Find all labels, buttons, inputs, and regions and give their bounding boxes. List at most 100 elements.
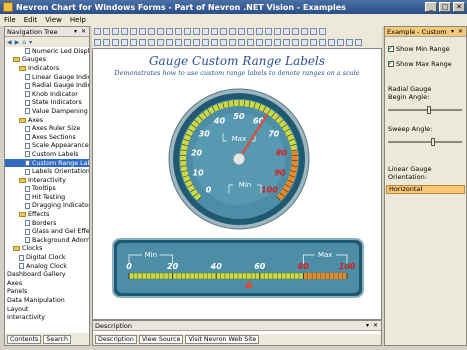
toolbar-button-icon[interactable] [193,39,200,46]
toolbar-button-icon[interactable] [157,28,164,35]
toolbar-button-icon[interactable] [274,28,281,35]
toolbar-button-icon[interactable] [256,28,263,35]
close-icon[interactable]: ✕ [453,2,465,12]
begin-angle-thumb[interactable] [426,106,431,114]
toolbar-button-icon[interactable] [202,39,209,46]
tree-item[interactable]: Interactivity [5,313,89,322]
nav-close-icon[interactable]: ✕ [80,28,87,35]
tab-contents[interactable]: Contents [7,334,42,344]
toolbar-button-icon[interactable] [121,39,128,46]
toolbar-button-icon[interactable] [310,28,317,35]
toolbar-button-icon[interactable] [328,39,335,46]
toolbar-button-icon[interactable] [319,39,326,46]
toolbar-button-icon[interactable] [166,39,173,46]
tree-item[interactable]: Clocks [5,245,89,254]
toolbar-button-icon[interactable] [283,39,290,46]
toolbar-button-icon[interactable] [310,39,317,46]
orientation-dropdown[interactable]: Horizontal [386,185,465,194]
toolbar-button-icon[interactable] [292,39,299,46]
tree-item[interactable]: Linear Gauge Indicators [5,73,89,82]
tree-item[interactable]: State Indicators [5,99,89,108]
tree-item[interactable]: Axes Ruler Size [5,124,89,133]
toolbar-button-icon[interactable] [265,39,272,46]
sweep-angle-thumb[interactable] [431,138,436,146]
begin-angle-slider[interactable] [388,106,462,114]
toolbar-button-icon[interactable] [139,39,146,46]
toolbar-button-icon[interactable] [157,39,164,46]
toolbar-button-icon[interactable] [112,39,119,46]
tree-item[interactable]: Panels [5,288,89,297]
tree-item[interactable]: Axes [5,279,89,288]
pin-icon[interactable]: ▾ [72,28,79,35]
minimize-icon[interactable]: _ [425,2,437,12]
tree-item[interactable]: Indicators [5,64,89,73]
menu-help[interactable]: Help [66,16,90,24]
example-close-icon[interactable]: ✕ [457,28,464,35]
home-icon[interactable]: ⌂ [22,39,26,46]
tab-view-source[interactable]: View Source [138,335,184,344]
toolbar-button-icon[interactable] [112,28,119,35]
tab-description[interactable]: Description [95,335,137,344]
toolbar-button-icon[interactable] [283,28,290,35]
sweep-angle-slider[interactable] [388,138,462,146]
toolbar-button-icon[interactable] [238,39,245,46]
toolbar-button-icon[interactable] [94,28,101,35]
toolbar-button-icon[interactable] [229,28,236,35]
navigation-tree[interactable]: Numeric Led DisplayGaugesIndicatorsLinea… [5,47,89,333]
toolbar-button-icon[interactable] [121,28,128,35]
desc-close-icon[interactable]: ✕ [372,322,379,329]
tab-search[interactable]: Search [43,334,71,344]
toolbar-button-icon[interactable] [301,39,308,46]
toolbar-button-icon[interactable] [319,28,326,35]
tree-item[interactable]: Custom Range Labels [5,158,89,168]
example-pin-icon[interactable]: ▾ [449,28,456,35]
toolbar-button-icon[interactable] [193,28,200,35]
toolbar-button-icon[interactable] [130,28,137,35]
tree-item[interactable]: Data Manipulation [5,296,89,305]
toolbar-button-icon[interactable] [247,39,254,46]
tree-item[interactable]: Custom Labels [5,150,89,159]
desc-pin-icon[interactable]: ▾ [364,322,371,329]
toolbar-button-icon[interactable] [148,39,155,46]
tree-item[interactable]: Tooltips [5,185,89,194]
toolbar-button-icon[interactable] [265,28,272,35]
toolbar-button-icon[interactable] [337,39,344,46]
maximize-icon[interactable]: □ [439,2,451,12]
toolbar-button-icon[interactable] [220,28,227,35]
tree-item[interactable]: Scale Appearance [5,142,89,151]
tree-item[interactable]: Borders [5,219,89,228]
tree-item[interactable]: Axes Sections [5,133,89,142]
toolbar-button-icon[interactable] [274,39,281,46]
back-icon[interactable]: ◀ [7,39,12,46]
tree-item[interactable]: Gauges [5,56,89,65]
toolbar-button-icon[interactable] [346,39,353,46]
toolbar-button-icon[interactable] [247,28,254,35]
tree-item[interactable]: Interactivity [5,176,89,185]
toolbar-button-icon[interactable] [184,28,191,35]
checkbox-icon[interactable] [388,59,394,67]
tree-item[interactable]: Glass and Gel Effects [5,227,89,236]
tree-item[interactable]: Effects [5,210,89,219]
toolbar-button-icon[interactable] [292,28,299,35]
toolbar-button-icon[interactable] [184,39,191,46]
collapse-icon[interactable]: ▾ [29,39,32,46]
tree-item[interactable]: Knob Indicator [5,90,89,99]
toolbar-button-icon[interactable] [175,39,182,46]
tree-item[interactable]: Digital Clock [5,253,89,262]
toolbar-button-icon[interactable] [238,28,245,35]
tree-item[interactable]: Radial Gauge Indicators [5,81,89,90]
toolbar-button-icon[interactable] [103,39,110,46]
tree-item[interactable]: Dragging Indicators [5,202,89,211]
toolbar-button-icon[interactable] [355,39,362,46]
chart-area[interactable]: Gauge Custom Range Labels Demonstrates h… [92,48,382,320]
show-max-range-checkbox[interactable]: Show Max Range [388,59,452,68]
toolbar-button-icon[interactable] [229,39,236,46]
tree-item[interactable]: Value Dampening [5,107,89,116]
menu-file[interactable]: File [0,16,20,24]
menu-view[interactable]: View [41,16,66,24]
tree-item[interactable]: Numeric Led Display [5,47,89,56]
gauges-canvas[interactable]: 0102030405060708090100MaxMin0 20 40 60 80 100… [93,79,381,319]
toolbar-button-icon[interactable] [139,28,146,35]
tree-item[interactable]: Analog Clock [5,262,89,271]
toolbar-button-icon[interactable] [130,39,137,46]
